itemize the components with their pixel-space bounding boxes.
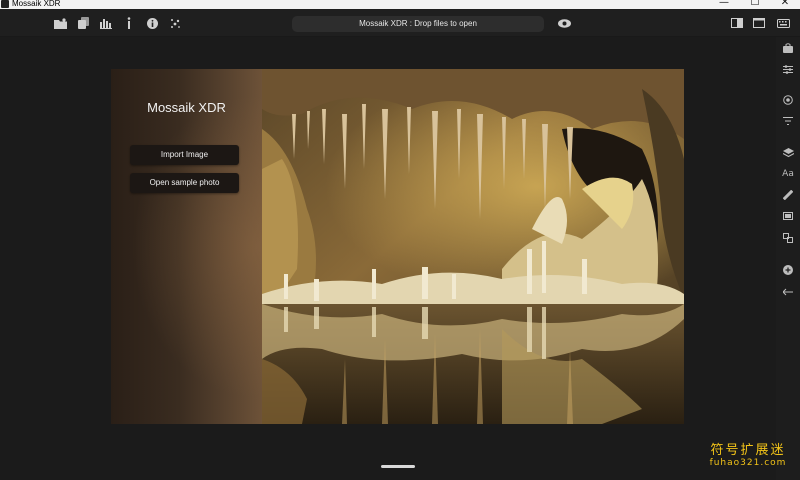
target-icon[interactable] xyxy=(776,92,800,108)
toolbar: Mossaik XDR : Drop files to open xyxy=(0,9,800,37)
open-sample-photo-button[interactable]: Open sample photo xyxy=(130,173,239,193)
sidebar-icon[interactable] xyxy=(727,9,747,37)
right-rail: Aa xyxy=(776,37,800,480)
undo-icon[interactable] xyxy=(776,284,800,300)
window-title: Mossaik XDR xyxy=(12,0,61,8)
watermark: 符号扩展迷 fuhao321.com xyxy=(703,443,793,469)
drop-files-bar[interactable]: Mossaik XDR : Drop files to open xyxy=(292,16,544,32)
transform-icon[interactable] xyxy=(776,230,800,246)
info-text-icon[interactable] xyxy=(119,9,139,37)
frame-icon[interactable] xyxy=(776,208,800,224)
bag-icon[interactable] xyxy=(776,40,800,56)
eye-icon[interactable] xyxy=(554,9,574,37)
ruler-icon[interactable] xyxy=(776,187,800,203)
image-preview: Mossaik XDR Import Image Open sample pho… xyxy=(111,69,684,424)
copy-icon[interactable] xyxy=(73,9,93,37)
sliders-icon[interactable] xyxy=(776,61,800,77)
maximize-button[interactable]: ☐ xyxy=(740,0,770,9)
welcome-panel: Mossaik XDR Import Image Open sample pho… xyxy=(111,69,262,424)
histogram-icon[interactable] xyxy=(96,9,116,37)
filter-lines-icon[interactable] xyxy=(776,113,800,129)
import-image-button[interactable]: Import Image xyxy=(130,145,239,165)
title-bar: Mossaik XDR — ☐ ✕ xyxy=(0,0,800,9)
text-icon[interactable]: Aa xyxy=(776,166,800,182)
watermark-url: fuhao321.com xyxy=(709,458,787,468)
main-stage: Mossaik XDR Import Image Open sample pho… xyxy=(0,37,776,480)
layers-icon[interactable] xyxy=(776,145,800,161)
add-circle-icon[interactable] xyxy=(776,262,800,278)
app-name-heading: Mossaik XDR xyxy=(147,100,226,115)
window-icon[interactable] xyxy=(749,9,769,37)
app-icon xyxy=(1,0,9,8)
minimize-button[interactable]: — xyxy=(709,0,739,9)
home-indicator[interactable] xyxy=(381,465,415,468)
open-folder-icon[interactable] xyxy=(50,9,70,37)
watermark-chinese: 符号扩展迷 xyxy=(710,443,786,458)
close-button[interactable]: ✕ xyxy=(770,0,800,9)
keyboard-icon[interactable] xyxy=(773,9,793,37)
info-icon[interactable] xyxy=(142,9,162,37)
sparkle-icon[interactable] xyxy=(165,9,185,37)
cave-photo xyxy=(262,69,684,424)
